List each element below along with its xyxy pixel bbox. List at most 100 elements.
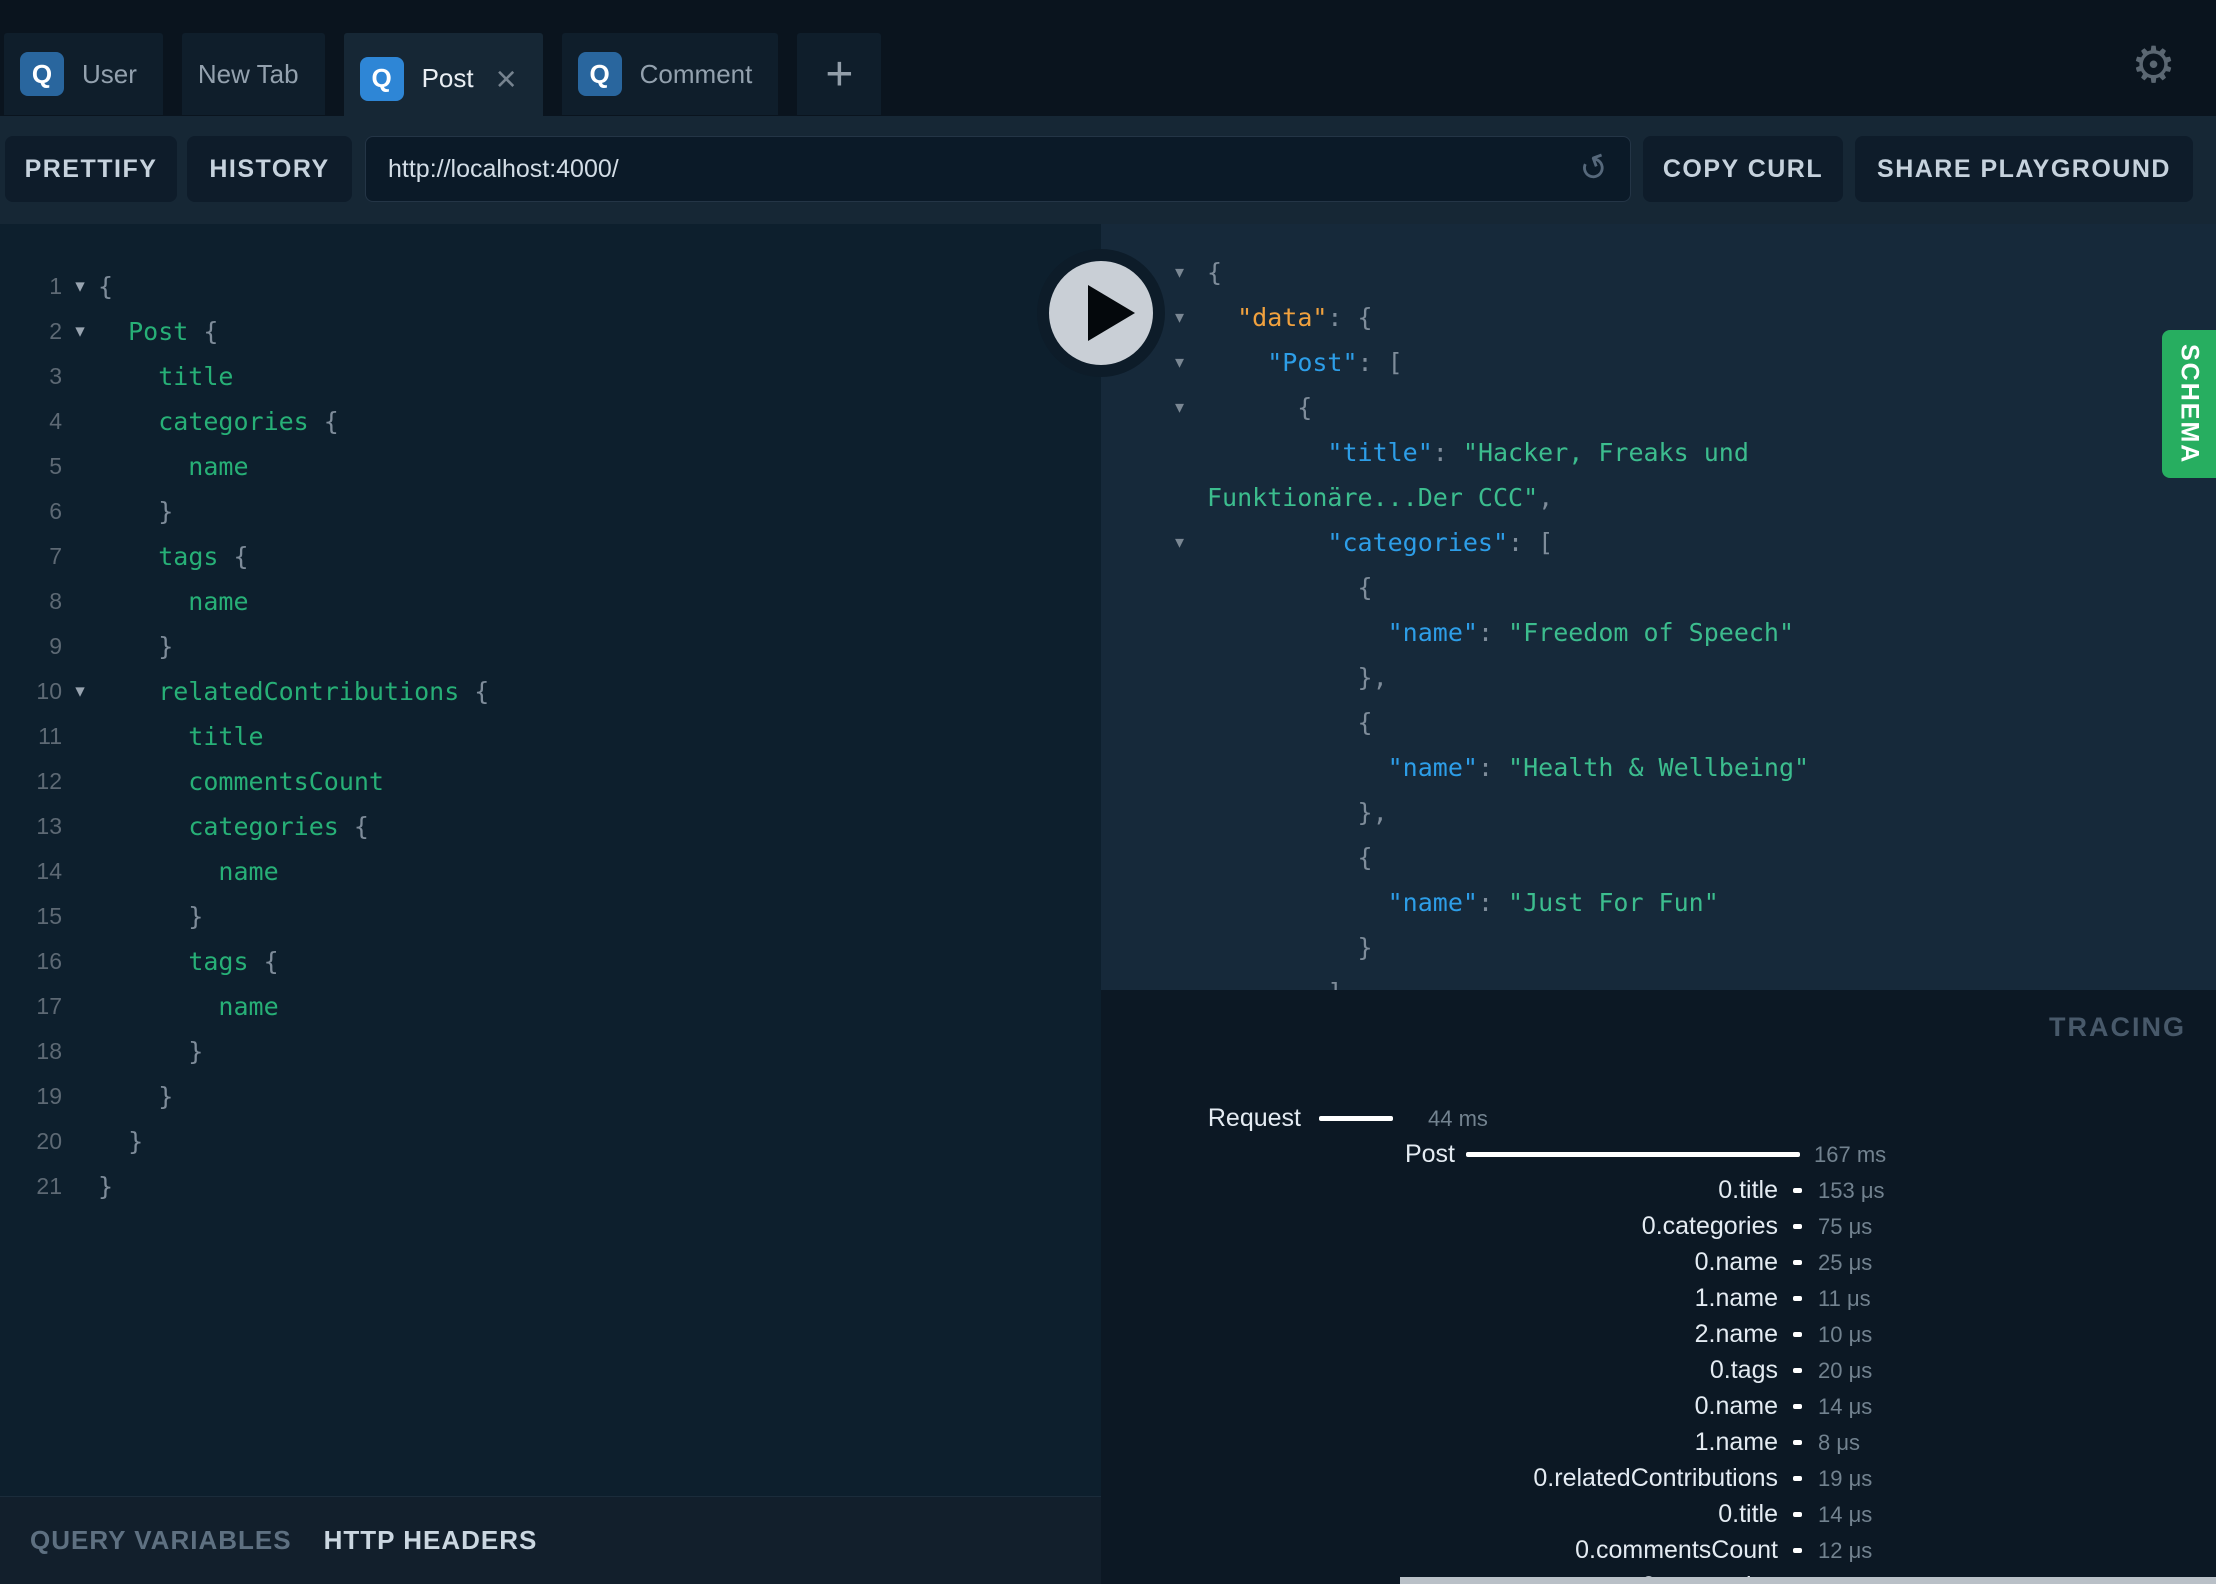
history-button[interactable]: HISTORY — [187, 136, 352, 202]
tracing-time: 14 μs — [1818, 1394, 1873, 1419]
fold-arrow-icon[interactable]: ▾ — [1175, 262, 1207, 283]
tab-comment[interactable]: Q Comment — [561, 33, 779, 115]
tab-user[interactable]: Q User — [4, 33, 163, 115]
endpoint-url-value: http://localhost:4000/ — [388, 154, 619, 183]
query-line: 7 tags { — [0, 534, 1101, 579]
fold-arrow-icon[interactable]: ▾ — [1175, 307, 1207, 328]
query-code: } — [98, 1037, 204, 1066]
schema-sidebar-tab[interactable]: SCHEMA — [2162, 330, 2216, 478]
tracing-duration-dot — [1793, 1332, 1802, 1337]
query-line: 20 } — [0, 1119, 1101, 1164]
line-number: 20 — [36, 1128, 62, 1154]
tab-label: Comment — [639, 58, 753, 89]
query-code: commentsCount — [98, 767, 384, 796]
line-number: 18 — [36, 1038, 62, 1064]
response-json-lines: ▾{▾ "data": {▾ "Post": [▾ { "title": "Ha… — [1101, 224, 2216, 990]
fold-arrow-icon[interactable]: ▾ — [1175, 397, 1207, 418]
fold-arrow-icon[interactable]: ▾ — [62, 680, 98, 703]
tracing-time: 44 ms — [1428, 1106, 1488, 1131]
response-line: { — [1101, 700, 2216, 745]
query-line: 3 title — [0, 354, 1101, 399]
tracing-label: 2.name — [1694, 1320, 1778, 1348]
response-code: "name": "Freedom of Speech" — [1387, 618, 1795, 647]
execute-query-button[interactable] — [1036, 248, 1166, 378]
response-line: { — [1101, 565, 2216, 610]
tracing-row: 0.tags 20 μs — [1101, 1353, 2216, 1389]
copy-curl-button[interactable]: COPY CURL — [1643, 136, 1843, 202]
query-line: 6 } — [0, 489, 1101, 534]
tracing-time: 11 μs — [1818, 1286, 1871, 1311]
query-badge-icon: Q — [20, 52, 64, 96]
line-number: 19 — [36, 1083, 62, 1109]
response-line: { — [1101, 835, 2216, 880]
query-code: title — [98, 722, 264, 751]
reload-schema-icon[interactable]: ↺ — [1574, 146, 1614, 191]
horizontal-scrollbar[interactable] — [1400, 1577, 2216, 1584]
query-variables-tab[interactable]: QUERY VARIABLES — [30, 1525, 292, 1556]
share-playground-button[interactable]: SHARE PLAYGROUND — [1855, 136, 2193, 202]
query-code: } — [98, 1172, 114, 1201]
http-headers-tab[interactable]: HTTP HEADERS — [324, 1525, 538, 1556]
tracing-row: 1.name 8 μs — [1101, 1425, 2216, 1461]
query-badge-icon: Q — [359, 56, 404, 101]
response-code: }, — [1207, 798, 1388, 827]
response-line: } — [1101, 925, 2216, 970]
fold-arrow-icon[interactable]: ▾ — [1175, 352, 1207, 373]
tracing-duration-dot — [1793, 1224, 1802, 1229]
line-number: 3 — [49, 363, 62, 389]
close-tab-icon[interactable]: × — [496, 60, 517, 97]
query-code: Post { — [128, 317, 219, 346]
tracing-row: 0.name 25 μs — [1101, 1245, 2216, 1281]
tab-label: User — [82, 58, 137, 89]
prettify-button[interactable]: PRETTIFY — [5, 136, 177, 202]
query-editor-pane[interactable]: 1 ▾{2 ▾ Post {3 title 4 categories {5 name 6… — [0, 224, 1101, 1584]
line-number: 10 — [36, 678, 62, 704]
response-line: "title": "Hacker, Freaks und — [1101, 430, 2216, 475]
response-line: }, — [1101, 790, 2216, 835]
response-code: "data": { — [1237, 303, 1373, 332]
line-number: 12 — [36, 768, 62, 794]
query-line: 12 commentsCount — [0, 759, 1101, 804]
response-code: } — [1207, 933, 1373, 962]
query-line: 16 tags { — [0, 939, 1101, 984]
tracing-time: 8 μs — [1818, 1430, 1861, 1455]
query-line: 15 } — [0, 894, 1101, 939]
tab-post[interactable]: Q Post × — [343, 33, 543, 124]
tab-bar: Q User New Tab Q Post × Q Comment + — [4, 33, 882, 124]
schema-tab-label: SCHEMA — [2175, 343, 2204, 465]
tracing-label: 0.tags — [1709, 1356, 1778, 1384]
line-number: 2 — [49, 318, 62, 344]
tracing-time: 167 ms — [1814, 1142, 1887, 1167]
tracing-row: Post 167 ms — [1101, 1137, 2216, 1173]
fold-arrow-icon[interactable]: ▾ — [1175, 532, 1207, 553]
response-line: ] — [1101, 970, 2216, 990]
line-number: 17 — [36, 993, 62, 1019]
response-code: { — [1207, 258, 1223, 287]
line-number: 6 — [49, 498, 62, 524]
query-code: name — [98, 452, 249, 481]
tracing-label: 0.title — [1718, 1176, 1778, 1204]
tracing-label: 1.name — [1694, 1284, 1778, 1312]
tab-new-tab[interactable]: New Tab — [181, 33, 325, 115]
query-line: 21} — [0, 1164, 1101, 1209]
toolbar: PRETTIFY HISTORY http://localhost:4000/ … — [0, 116, 2216, 224]
response-line: ▾ "Post": [ — [1101, 340, 2216, 385]
tracing-row: 2.name 10 μs — [1101, 1317, 2216, 1353]
tracing-row: 0.title 14 μs — [1101, 1497, 2216, 1533]
line-number: 8 — [49, 588, 62, 614]
fold-arrow-icon[interactable]: ▾ — [62, 275, 98, 298]
endpoint-url-input[interactable]: http://localhost:4000/ ↺ — [365, 136, 1631, 202]
fold-arrow-icon[interactable]: ▾ — [62, 320, 98, 343]
tracing-label: 0.relatedContributions — [1533, 1464, 1778, 1492]
tracing-time: 20 μs — [1818, 1358, 1873, 1383]
response-line: ▾{ — [1101, 250, 2216, 295]
settings-gear-icon[interactable]: ⚙ — [2131, 40, 2176, 90]
tracing-label: 1.name — [1694, 1428, 1778, 1456]
query-code: title — [98, 362, 234, 391]
tracing-row: 0.name 14 μs — [1101, 1389, 2216, 1425]
tracing-time: 12 μs — [1818, 1538, 1873, 1563]
query-code: name — [98, 992, 279, 1021]
new-tab-button[interactable]: + — [797, 33, 882, 115]
tracing-time: 25 μs — [1818, 1250, 1873, 1275]
query-line: 4 categories { — [0, 399, 1101, 444]
